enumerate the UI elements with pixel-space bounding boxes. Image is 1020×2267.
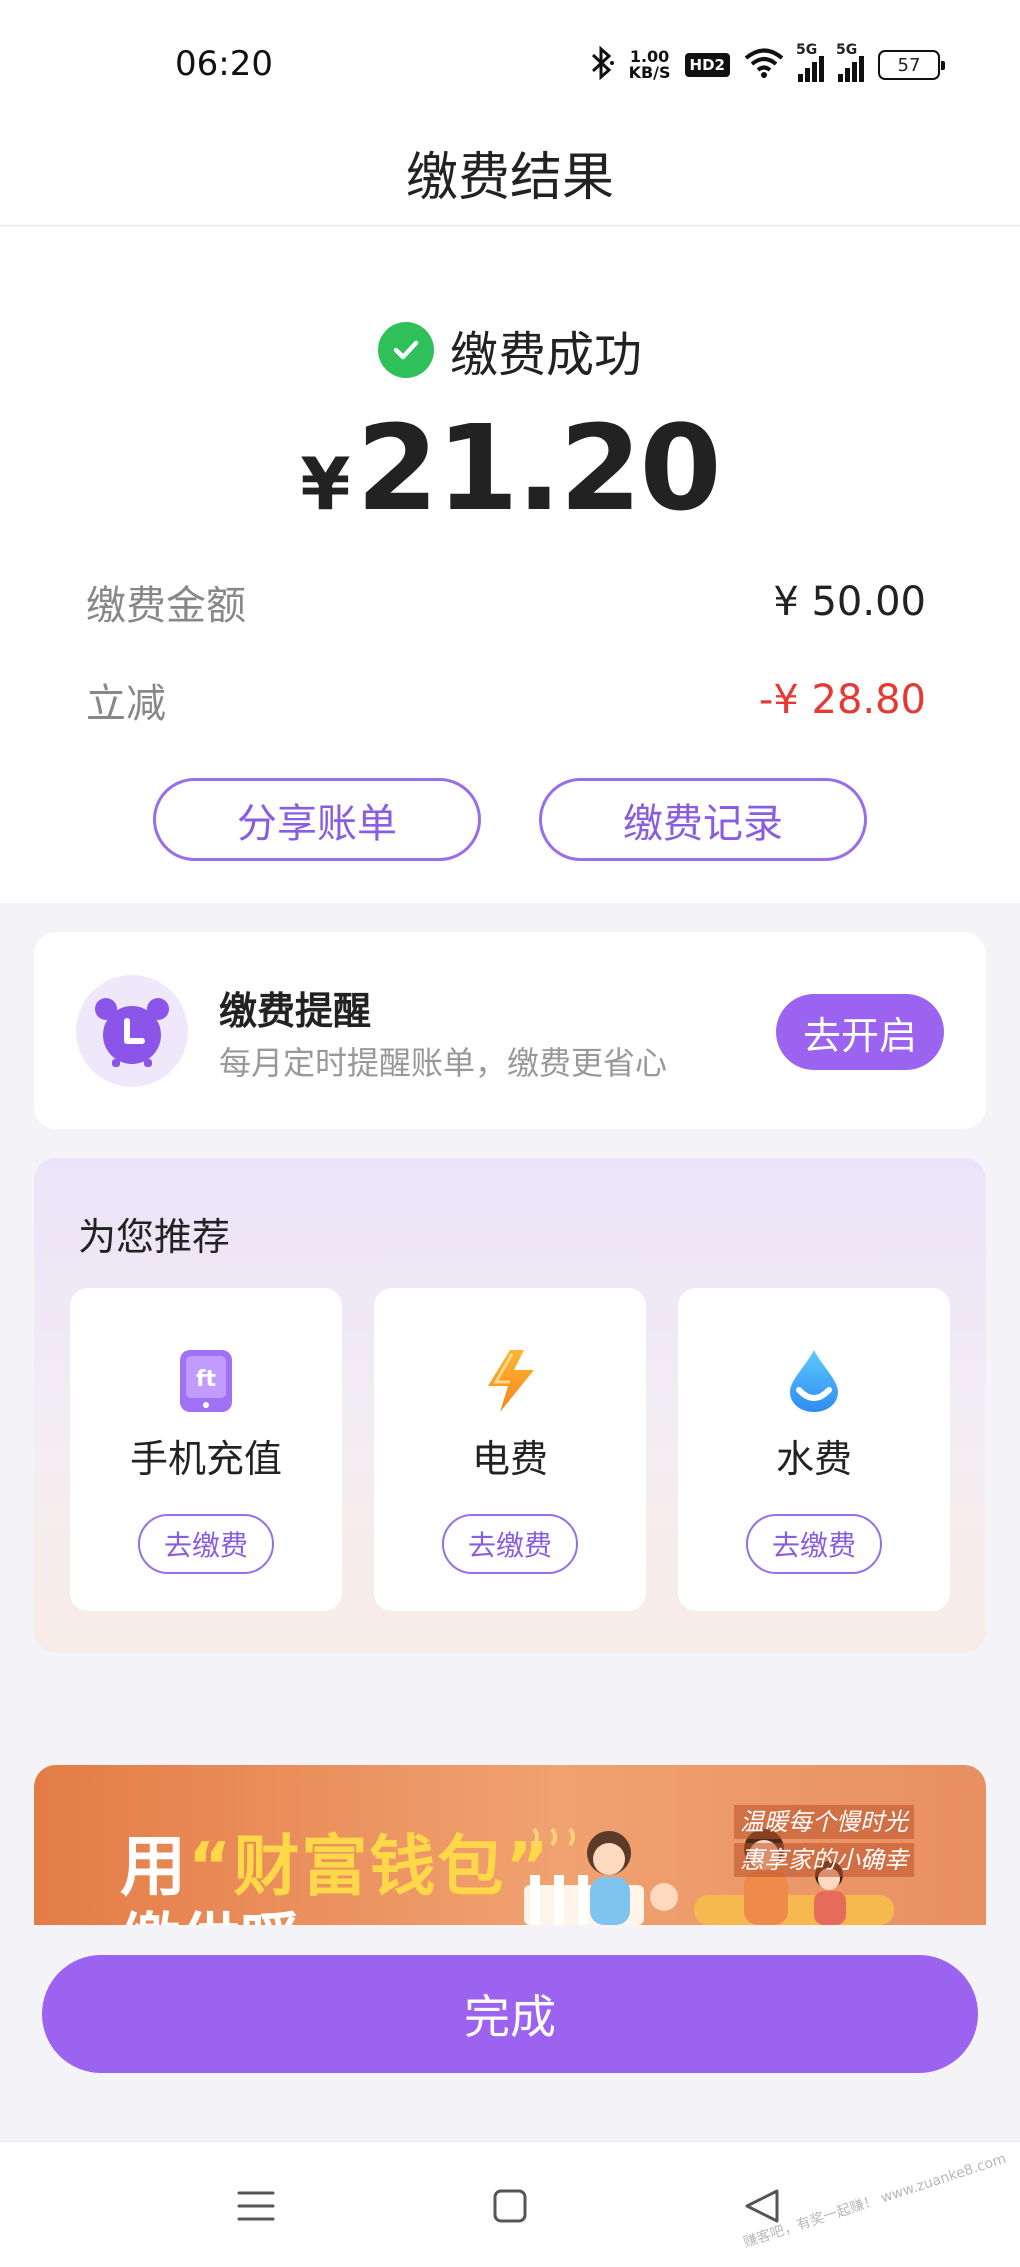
battery-icon: 57 bbox=[878, 50, 945, 80]
page-title: 缴费结果 bbox=[0, 120, 1020, 226]
status-bar: 06:20 1.00 KB/S HD2 5G 5G 57 bbox=[0, 0, 1020, 120]
done-button[interactable]: 完成 bbox=[42, 1955, 978, 2073]
detail-row-discount: 立减 -¥ 28.80 bbox=[86, 671, 926, 729]
bluetooth-icon bbox=[589, 45, 615, 84]
recommend-item-water[interactable]: 水费 去缴费 bbox=[678, 1288, 950, 1611]
go-pay-button[interactable]: 去缴费 bbox=[746, 1514, 882, 1574]
payment-reminder-card: 缴费提醒 每月定时提醒账单，缴费更省心 去开启 bbox=[34, 932, 986, 1129]
recommend-section: 为您推荐 ft 手机充值 去缴费 电费 去缴费 水费 去缴费 bbox=[34, 1158, 986, 1653]
detail-label: 缴费金额 bbox=[86, 583, 246, 629]
signal-icon-2: 5G bbox=[836, 42, 864, 82]
lightning-icon bbox=[480, 1348, 540, 1414]
water-drop-icon bbox=[784, 1348, 844, 1414]
discount-value: -¥ 28.80 bbox=[758, 677, 926, 723]
alarm-clock-icon bbox=[76, 975, 188, 1087]
recommend-title: 为您推荐 bbox=[78, 1215, 231, 1259]
status-time: 06:20 bbox=[175, 44, 273, 84]
signal-icon: 5G bbox=[796, 42, 824, 82]
detail-value: ¥ 50.00 bbox=[773, 579, 926, 625]
reminder-subtitle: 每月定时提醒账单，缴费更省心 bbox=[219, 1044, 668, 1082]
promo-banner[interactable]: 用“财富钱包” 缴供暖 温暖每个慢时光 惠享家的小确幸 bbox=[34, 1765, 986, 1925]
go-pay-button[interactable]: 去缴费 bbox=[138, 1514, 274, 1574]
recommend-item-electricity[interactable]: 电费 去缴费 bbox=[374, 1288, 646, 1611]
done-area: 完成 bbox=[0, 1925, 1020, 2141]
banner-subheadline: 缴供暖 bbox=[120, 1893, 300, 1925]
check-circle-icon bbox=[377, 322, 434, 378]
success-status: 缴费成功 bbox=[0, 315, 1020, 385]
hd-voice-icon: HD2 bbox=[684, 53, 730, 77]
currency-symbol: ¥ bbox=[300, 442, 351, 526]
net-speed: 1.00 KB/S bbox=[628, 47, 671, 82]
amount-value: 21.20 bbox=[356, 399, 721, 537]
success-text: 缴费成功 bbox=[449, 327, 642, 383]
status-icons: 1.00 KB/S HD2 5G 5G 57 bbox=[589, 42, 945, 84]
svg-text:ft: ft bbox=[196, 1367, 217, 1392]
recommend-item-name: 水费 bbox=[775, 1437, 852, 1481]
payment-result: 缴费成功 ¥ 21.20 缴费金额 ¥ 50.00 立减 -¥ 28.80 分享… bbox=[0, 227, 1020, 903]
detail-label: 立减 bbox=[86, 681, 166, 727]
detail-row-amount: 缴费金额 ¥ 50.00 bbox=[86, 573, 926, 631]
go-pay-button[interactable]: 去缴费 bbox=[442, 1514, 578, 1574]
payment-records-button[interactable]: 缴费记录 bbox=[539, 778, 867, 861]
phone-icon: ft bbox=[176, 1348, 236, 1414]
menu-icon[interactable] bbox=[228, 2178, 284, 2234]
recommend-item-name: 手机充值 bbox=[129, 1437, 282, 1481]
recommend-item-name: 电费 bbox=[471, 1437, 548, 1481]
reminder-title: 缴费提醒 bbox=[219, 989, 372, 1033]
wifi-icon bbox=[744, 47, 784, 83]
home-square-icon[interactable] bbox=[482, 2178, 538, 2234]
paid-amount: ¥ 21.20 bbox=[0, 399, 1020, 537]
enable-reminder-button[interactable]: 去开启 bbox=[776, 994, 944, 1070]
banner-slogan: 温暖每个慢时光 惠享家的小确幸 bbox=[734, 1805, 934, 1881]
result-actions: 分享账单 缴费记录 bbox=[153, 778, 867, 861]
recommend-item-phone-recharge[interactable]: ft 手机充值 去缴费 bbox=[70, 1288, 342, 1611]
share-bill-button[interactable]: 分享账单 bbox=[153, 778, 481, 861]
